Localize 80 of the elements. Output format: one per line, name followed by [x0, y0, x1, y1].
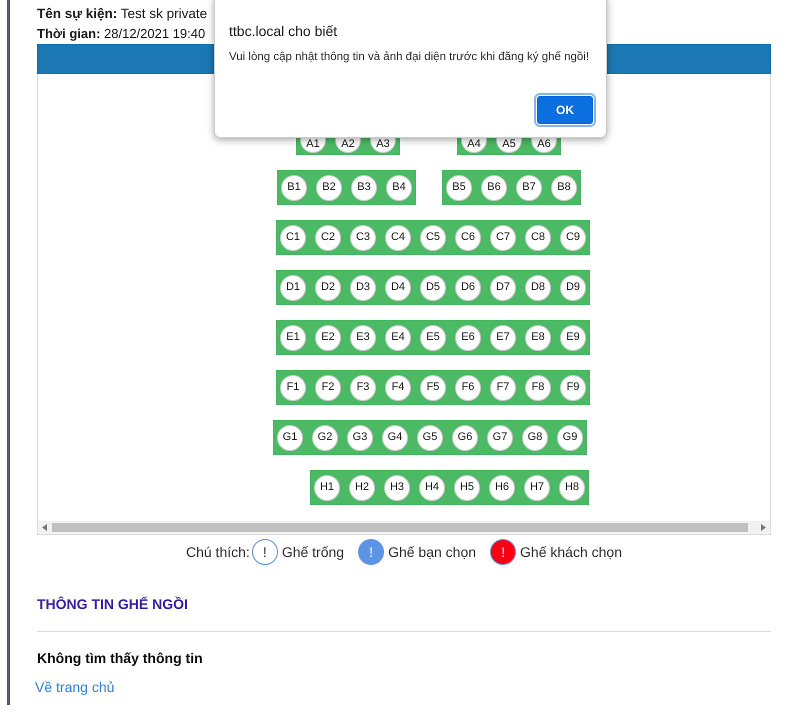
seat[interactable]: D9 [560, 274, 586, 300]
seat[interactable]: C3 [350, 224, 376, 250]
seat[interactable]: G1 [277, 424, 303, 450]
seat[interactable]: G6 [452, 424, 478, 450]
seat[interactable]: F6 [455, 374, 481, 400]
seat[interactable]: D8 [525, 274, 551, 300]
seat[interactable]: C8 [525, 224, 551, 250]
seat[interactable]: G7 [487, 424, 513, 450]
seat[interactable]: B3 [351, 174, 377, 200]
seat[interactable]: G4 [382, 424, 408, 450]
seat[interactable]: D2 [315, 274, 341, 300]
seat[interactable]: F2 [315, 374, 341, 400]
seat[interactable]: B2 [316, 174, 342, 200]
seat[interactable]: H8 [559, 474, 585, 500]
seat[interactable]: E6 [455, 324, 481, 350]
seat[interactable]: D4 [385, 274, 411, 300]
seat[interactable]: F9 [560, 374, 586, 400]
seat[interactable]: E2 [315, 324, 341, 350]
seat[interactable]: F5 [420, 374, 446, 400]
seat[interactable]: H2 [349, 474, 375, 500]
seat[interactable]: G3 [347, 424, 373, 450]
seat[interactable]: G2 [312, 424, 338, 450]
seat[interactable]: H3 [384, 474, 410, 500]
seat[interactable]: H6 [489, 474, 515, 500]
dialog-title: ttbc.local cho biết [229, 22, 338, 41]
seat[interactable]: F7 [490, 374, 516, 400]
seat[interactable]: C2 [315, 224, 341, 250]
scroll-left-icon[interactable] [42, 524, 47, 531]
seat[interactable]: H4 [419, 474, 445, 500]
section-title: THÔNG TIN GHẾ NGỒI [37, 595, 189, 614]
seat[interactable]: D6 [455, 274, 481, 300]
seat[interactable]: C4 [385, 224, 411, 250]
seat[interactable]: B7 [516, 174, 542, 200]
seat[interactable]: B5 [446, 174, 472, 200]
dialog-message: Vui lòng cập nhật thông tin và ảnh đại diện trước khi đăng ký ghế ngồi! [229, 50, 590, 65]
seat[interactable]: F1 [280, 374, 306, 400]
seat[interactable]: B6 [481, 174, 507, 200]
legend-text: Ghế bạn chọn [388, 542, 476, 562]
seat[interactable]: E4 [385, 324, 411, 350]
seat[interactable]: E5 [420, 324, 446, 350]
seat[interactable]: D3 [350, 274, 376, 300]
seat[interactable]: D1 [280, 274, 306, 300]
seat[interactable]: D5 [420, 274, 446, 300]
scrollbar-thumb[interactable] [52, 523, 748, 532]
seat[interactable]: G9 [557, 424, 583, 450]
seat[interactable]: C1 [280, 224, 306, 250]
scroll-right-icon[interactable] [761, 524, 766, 531]
seat[interactable]: C7 [490, 224, 516, 250]
seat[interactable]: E8 [525, 324, 551, 350]
seat[interactable]: E3 [350, 324, 376, 350]
seat[interactable]: F4 [385, 374, 411, 400]
seat[interactable]: G5 [417, 424, 443, 450]
ok-button[interactable]: OK [537, 96, 593, 124]
legend-seat-icon: ! [358, 539, 384, 565]
seat[interactable]: E1 [280, 324, 306, 350]
seat[interactable]: C9 [560, 224, 586, 250]
seat[interactable]: E9 [560, 324, 586, 350]
home-link[interactable]: Về trang chủ [35, 677, 114, 698]
seat[interactable]: F3 [350, 374, 376, 400]
seat[interactable]: H5 [454, 474, 480, 500]
seat[interactable]: H1 [314, 474, 340, 500]
horizontal-scrollbar[interactable] [38, 521, 770, 534]
seat[interactable]: D7 [490, 274, 516, 300]
seat[interactable]: F8 [525, 374, 551, 400]
legend-text: Ghế trống [282, 542, 344, 562]
empty-message: Không tìm thấy thông tin [37, 649, 204, 668]
legend-text: Ghế khách chọn [520, 542, 622, 562]
seat[interactable]: H7 [524, 474, 550, 500]
legend-seat-icon: ! [252, 539, 278, 565]
seat[interactable]: C5 [420, 224, 446, 250]
seat[interactable]: B1 [281, 174, 307, 200]
seat[interactable]: B4 [386, 174, 412, 200]
legend-label: Chú thích: [186, 542, 250, 562]
seat[interactable]: G8 [522, 424, 548, 450]
event-time: Thời gian: 28/12/2021 19:40 [37, 25, 206, 44]
seat[interactable]: B8 [551, 174, 577, 200]
event-name: Tên sự kiện: Test sk private [37, 4, 208, 23]
seat[interactable]: C6 [455, 224, 481, 250]
legend-seat-icon: ! [490, 539, 516, 565]
seat[interactable]: E7 [490, 324, 516, 350]
